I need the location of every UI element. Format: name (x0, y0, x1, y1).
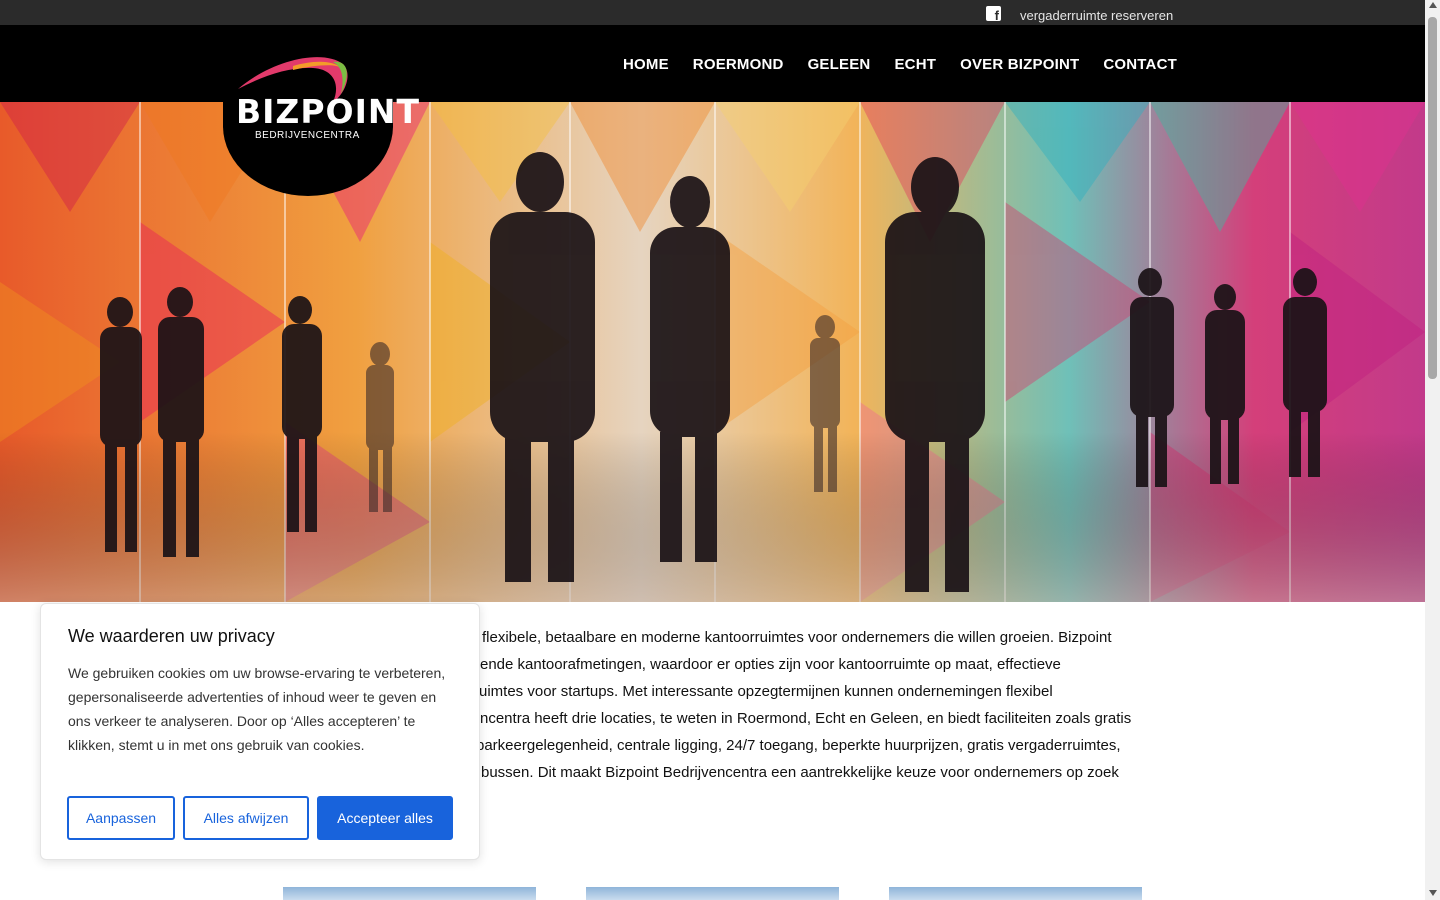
bizpoint-logo[interactable]: BIZPOINT BEDRIJVENCENTRA (223, 54, 419, 196)
nav-geleen[interactable]: GELEEN (808, 56, 871, 73)
logo-subtitle: BEDRIJVENCENTRA (255, 130, 360, 141)
location-thumbnail[interactable] (283, 887, 536, 900)
main-header: HOME ROERMOND GELEEN ECHT OVER BIZPOINT … (0, 25, 1425, 102)
hero-image (0, 102, 1425, 602)
cookie-consent-banner: We waarderen uw privacy We gebruiken coo… (40, 603, 480, 860)
nav-echt[interactable]: ECHT (894, 56, 936, 73)
nav-over-bizpoint[interactable]: OVER BIZPOINT (960, 56, 1079, 73)
scroll-up-icon[interactable] (1429, 2, 1437, 8)
nav-home[interactable]: HOME (623, 56, 669, 73)
main-nav: HOME ROERMOND GELEEN ECHT OVER BIZPOINT … (623, 56, 1177, 73)
scrollbar-thumb[interactable] (1428, 17, 1437, 379)
location-thumbnail[interactable] (889, 887, 1142, 900)
page-scrollbar[interactable] (1425, 0, 1440, 900)
cookie-title: We waarderen uw privacy (68, 626, 275, 646)
accept-all-button[interactable]: Accepteer alles (317, 796, 453, 840)
facebook-icon[interactable]: f (986, 6, 1001, 23)
cookie-text: We gebruiken cookies om uw browse-ervari… (68, 665, 446, 753)
nav-roermond[interactable]: ROERMOND (693, 56, 784, 73)
reserve-meeting-room-link[interactable]: vergaderruimte reserveren (1020, 8, 1173, 23)
location-thumbnail[interactable] (586, 887, 839, 900)
scroll-down-icon[interactable] (1429, 890, 1437, 896)
nav-contact[interactable]: CONTACT (1103, 56, 1177, 73)
reject-all-button[interactable]: Alles afwijzen (183, 796, 309, 840)
customize-button[interactable]: Aanpassen (67, 796, 175, 840)
top-bar: f vergaderruimte reserveren (0, 0, 1425, 25)
logo-title: BIZPOINT (236, 92, 421, 131)
